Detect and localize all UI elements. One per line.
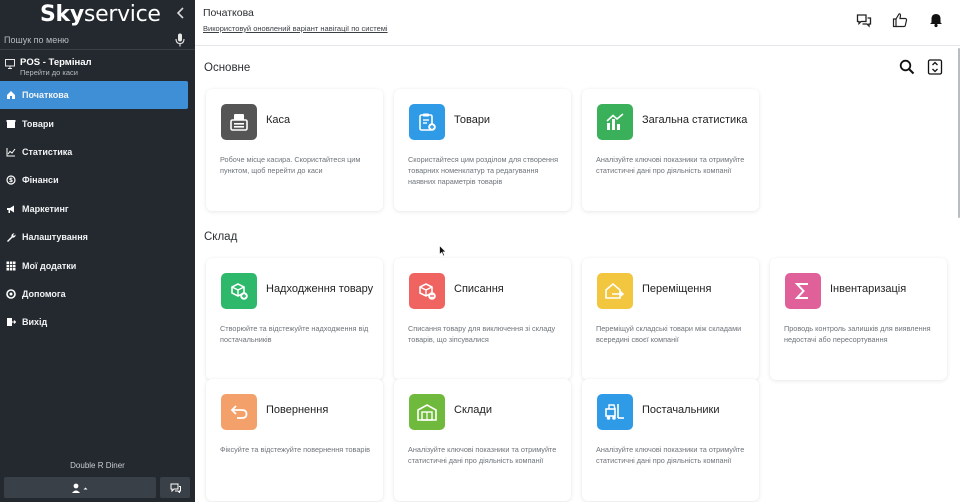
sidebar-item-apps[interactable]: Мої додатки xyxy=(0,251,195,279)
search-icon[interactable] xyxy=(899,59,915,75)
clipboard-icon xyxy=(409,104,445,140)
pos-terminal-link[interactable]: POS - Термінал Перейти до каси xyxy=(0,53,195,79)
statistics-icon xyxy=(597,104,633,140)
grid-icon xyxy=(5,260,16,271)
sigma-icon xyxy=(785,273,821,309)
card-write-off[interactable]: Списання Списання товару для виключення … xyxy=(394,258,571,380)
warehouse-transfer-icon xyxy=(597,273,633,309)
card-warehouses[interactable]: Склади Аналізуйте ключові показники та о… xyxy=(394,379,571,501)
main-content: Основне Склад Каса Робоче місце касира. … xyxy=(195,47,960,502)
user-menu-button[interactable] xyxy=(4,477,156,498)
card-description: Проводь контроль залишків для виявлення … xyxy=(784,324,931,344)
card-title: Постачальники xyxy=(642,404,720,417)
card-description: Скористайтеся цим розділом для створення… xyxy=(408,155,559,186)
sidebar-item-settings[interactable]: Налаштування xyxy=(0,223,195,251)
svg-text:$: $ xyxy=(8,178,12,185)
chat-support-icon[interactable] xyxy=(856,12,872,28)
card-title: Загальна статистика xyxy=(642,114,748,127)
card-title: Списання xyxy=(454,283,504,296)
card-general-statistics[interactable]: Загальна статистика Аналізуйте ключові п… xyxy=(582,89,759,211)
card-description: Фіксуйте та відстежуйте повернення товар… xyxy=(220,445,370,454)
card-suppliers[interactable]: Постачальники Аналізуйте ключові показни… xyxy=(582,379,759,501)
sidebar-item-marketing[interactable]: Маркетинг xyxy=(0,195,195,223)
sidebar-item-exit[interactable]: Вихід xyxy=(0,308,195,336)
sidebar-item-finance[interactable]: $ Фінанси xyxy=(0,166,195,194)
menu-search-input[interactable] xyxy=(4,33,164,47)
card-transfer[interactable]: Переміщення Переміщуй складські товари м… xyxy=(582,258,759,380)
sidebar-item-label: Допомога xyxy=(22,288,66,299)
megaphone-icon xyxy=(5,203,16,214)
page-title: Початкова xyxy=(203,7,254,19)
monitor-icon xyxy=(5,59,15,69)
sidebar-item-label: Вихід xyxy=(22,317,48,328)
card-returns[interactable]: Повернення Фіксуйте та відстежуйте повер… xyxy=(206,379,383,501)
skyservice-logo[interactable]: Skyservice xyxy=(40,2,161,27)
section-title-warehouse: Склад xyxy=(204,231,238,243)
card-description: Робоче місце касира. Скористайтеся цим п… xyxy=(220,155,361,175)
menu-search xyxy=(0,31,195,50)
card-title: Надходження товару xyxy=(266,283,374,296)
card-title: Переміщення xyxy=(642,283,712,296)
sidebar-item-label: Статистика xyxy=(22,146,73,157)
sidebar-item-label: Мої додатки xyxy=(22,260,77,271)
chat-button[interactable] xyxy=(160,477,190,498)
sidebar-item-statistics[interactable]: Статистика xyxy=(0,138,195,166)
chat-icon xyxy=(170,483,181,493)
card-description: Аналізуйте ключові показники та отримуйт… xyxy=(408,445,557,465)
sidebar-item-help[interactable]: Допомога xyxy=(0,280,195,308)
card-description: Створюйте та відстежуйте надходження від… xyxy=(220,324,369,344)
sidebar-item-label: Товари xyxy=(22,118,54,129)
user-icon xyxy=(72,483,88,493)
microphone-icon[interactable] xyxy=(175,33,185,47)
box-minus-icon xyxy=(409,273,445,309)
pos-title: POS - Термінал xyxy=(20,57,92,68)
sidebar-item-label: Маркетинг xyxy=(22,203,69,214)
warehouse-icon xyxy=(409,394,445,430)
help-icon xyxy=(5,288,16,299)
card-cash-register[interactable]: Каса Робоче місце касира. Скористайтеся … xyxy=(206,89,383,211)
card-description: Переміщуй складські товари між складами … xyxy=(596,324,742,344)
card-description: Аналізуйте ключові показники та отримуйт… xyxy=(596,445,745,465)
box-icon xyxy=(5,118,16,129)
wrench-icon xyxy=(5,232,16,243)
sidebar-nav: Початкова Товари Статистика $ Фінанси Ма… xyxy=(0,81,195,337)
box-plus-icon xyxy=(221,273,257,309)
return-arrow-icon xyxy=(221,394,257,430)
exit-icon xyxy=(5,317,16,328)
card-description: Аналізуйте ключові показники та отримуйт… xyxy=(596,155,745,175)
sidebar-item-products[interactable]: Товари xyxy=(0,109,195,137)
card-description: Списання товару для виключення зі складу… xyxy=(408,324,556,344)
collapse-sidebar-icon[interactable] xyxy=(176,6,185,23)
card-title: Інвентаризація xyxy=(830,283,907,296)
sidebar-item-label: Фінанси xyxy=(22,175,59,186)
sidebar-item-label: Початкова xyxy=(22,90,69,101)
chart-icon xyxy=(5,146,16,157)
card-title: Товари xyxy=(454,114,491,127)
sort-toggle-icon[interactable] xyxy=(927,59,943,75)
pos-subtitle: Перейти до каси xyxy=(20,68,78,77)
new-navigation-link[interactable]: Використовуй оновлений варіант навігації… xyxy=(203,24,388,33)
thumbs-up-icon[interactable] xyxy=(892,12,908,28)
card-goods-receipt[interactable]: Надходження товару Створюйте та відстежу… xyxy=(206,258,383,380)
card-title: Повернення xyxy=(266,404,329,417)
sidebar-item-label: Налаштування xyxy=(22,232,88,243)
business-name: Double R Diner xyxy=(70,461,125,470)
card-title: Склади xyxy=(454,404,492,417)
topbar: Початкова Використовуй оновлений варіант… xyxy=(195,0,960,46)
cash-register-icon xyxy=(221,104,257,140)
card-products[interactable]: Товари Скористайтеся цим розділом для ст… xyxy=(394,89,571,211)
notifications-bell-icon[interactable] xyxy=(928,12,944,28)
forklift-icon xyxy=(597,394,633,430)
section-title-basic: Основне xyxy=(204,62,251,74)
card-inventory[interactable]: Інвентаризація Проводь контроль залишків… xyxy=(770,258,947,380)
mouse-cursor-icon xyxy=(439,245,447,257)
card-title: Каса xyxy=(266,114,291,127)
sidebar: Skyservice POS - Термінал Перейти до кас… xyxy=(0,0,195,502)
home-icon xyxy=(5,90,16,101)
coin-icon: $ xyxy=(5,175,16,186)
sidebar-item-home[interactable]: Початкова xyxy=(0,81,188,110)
